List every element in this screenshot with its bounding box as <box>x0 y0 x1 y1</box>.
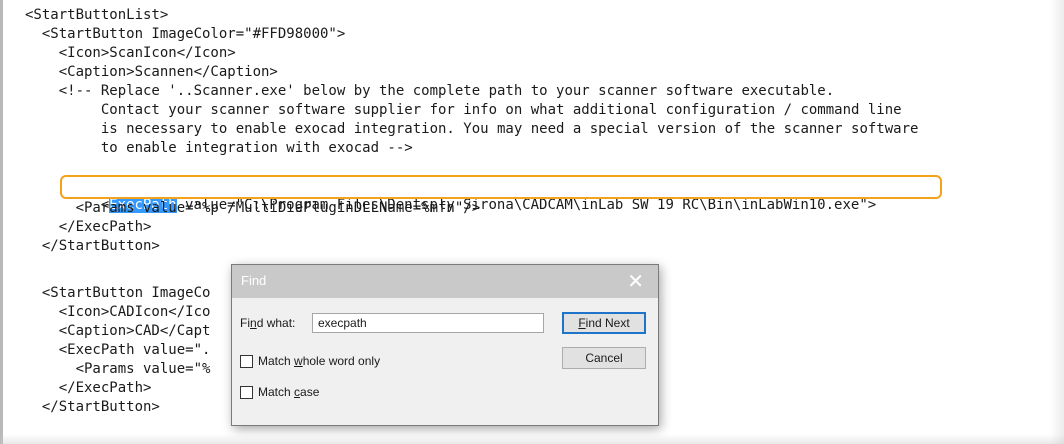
label-text: d what: <box>256 316 296 330</box>
code-line: <ExecPath value=". <box>25 342 211 358</box>
close-icon[interactable]: ✕ <box>627 269 644 294</box>
code-line: <Caption>CAD</Capt <box>25 323 211 339</box>
code-line: <!-- Replace '..Scanner.exe' below by th… <box>25 83 835 99</box>
code-line: <StartButtonList> <box>25 7 169 23</box>
label-text: Match <box>258 385 295 399</box>
code-line: is necessary to enable exocad integratio… <box>25 121 919 137</box>
button-label: ind Next <box>585 316 630 330</box>
code-line: <Params value="% <box>25 361 211 377</box>
code-line: </ExecPath> <box>25 219 152 235</box>
label-text: Fi <box>240 316 250 330</box>
code-line: <Icon>ScanIcon</Icon> <box>25 45 236 61</box>
button-label: Cancel <box>585 351 623 365</box>
match-case-label[interactable]: Match case <box>258 385 319 399</box>
code-line: </StartButton> <box>25 399 160 415</box>
code-line: <Params value="%p /MultiDiePluginDLLName… <box>25 200 481 216</box>
label-text: ase <box>300 385 320 399</box>
find-what-label: Find what: <box>240 316 295 330</box>
match-whole-word-label[interactable]: Match whole word only <box>258 354 380 368</box>
find-next-button[interactable]: Find Next <box>562 312 646 334</box>
label-text: Match <box>258 354 295 368</box>
find-dialog: Find ✕ Find what: Find Next Cancel Match… <box>231 264 659 426</box>
frame-shadow <box>1050 0 1064 444</box>
code-line: <Caption>Scannen</Caption> <box>25 64 278 80</box>
label-accelerator: n <box>250 316 257 330</box>
match-whole-word-checkbox[interactable] <box>240 355 253 368</box>
code-line: <StartButton ImageCo <box>25 285 211 301</box>
highlight-outline <box>60 175 942 199</box>
match-case-checkbox[interactable] <box>240 386 253 399</box>
cancel-button[interactable]: Cancel <box>562 347 646 369</box>
code-line: <StartButton ImageColor="#FFD98000"> <box>25 26 346 42</box>
button-accelerator: F <box>578 316 586 330</box>
code-line: Contact your scanner software supplier f… <box>25 102 902 118</box>
dialog-title-bar[interactable]: Find ✕ <box>232 265 658 298</box>
code-line: </StartButton> <box>25 238 160 254</box>
label-accelerator: w <box>294 354 303 368</box>
dialog-title: Find <box>241 273 267 288</box>
code-line: <Icon>CADIcon</Ico <box>25 304 211 320</box>
code-line: </ExecPath> <box>25 380 152 396</box>
label-text: hole word only <box>302 354 381 368</box>
find-what-input[interactable] <box>312 313 544 333</box>
frame-shadow <box>0 434 1064 444</box>
code-line: to enable integration with exocad --> <box>25 140 413 156</box>
